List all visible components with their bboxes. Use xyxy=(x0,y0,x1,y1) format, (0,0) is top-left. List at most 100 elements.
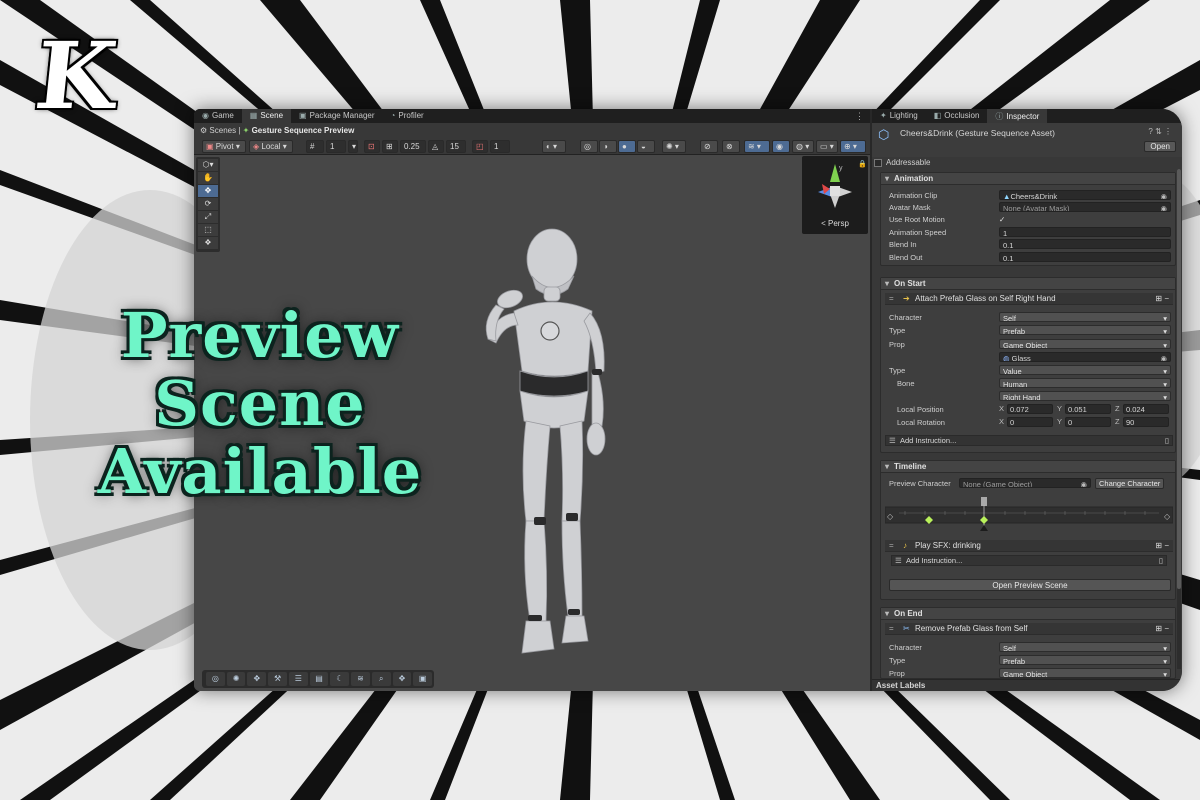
open-preview-scene-button[interactable]: Open Preview Scene xyxy=(889,579,1171,591)
angle-value-field[interactable]: 15 xyxy=(446,140,466,153)
grid-value-field[interactable]: 1 xyxy=(326,140,346,153)
compass-icon[interactable]: ◎ xyxy=(206,672,225,686)
prop-dropdown[interactable]: Game Object xyxy=(999,339,1171,349)
end-prop-dropdown[interactable]: Game Object xyxy=(999,668,1171,678)
move-handles-icon[interactable]: ✥ xyxy=(247,672,267,686)
addressable-toggle[interactable]: Addressable xyxy=(872,157,1182,169)
prop-row: Prop Game Object xyxy=(881,339,1177,350)
instruction-controls-icon[interactable]: ⊞ − xyxy=(1155,623,1169,635)
audio-toggle-icon[interactable]: ◒ xyxy=(637,140,655,153)
end-character-dropdown[interactable]: Self xyxy=(999,642,1171,652)
rect-snap-icon[interactable]: ⊞ xyxy=(382,140,398,153)
on-start-header[interactable]: ▾ On Start xyxy=(881,278,1175,290)
attach-type-dropdown[interactable]: Value xyxy=(999,365,1171,375)
move-snap-icon[interactable]: ⊡ xyxy=(364,140,380,153)
timeline-scrubber[interactable]: ◇ ◇ xyxy=(885,497,1173,531)
tab-occlusion[interactable]: ◧ Occlusion xyxy=(926,109,988,123)
drag-handle-icon[interactable]: = xyxy=(889,293,894,305)
settings-icon[interactable]: ✺ xyxy=(226,672,246,686)
bone-dropdown[interactable]: Human xyxy=(999,378,1171,388)
orientation-gizmo[interactable]: y 🔒 < Persp xyxy=(802,156,868,234)
transform-tool-icon[interactable]: ❖ xyxy=(198,237,218,249)
animation-clip-field[interactable]: ▲Cheers&Drink xyxy=(999,190,1171,200)
addressable-checkbox[interactable] xyxy=(874,159,882,167)
asset-labels-bar[interactable]: Asset Labels xyxy=(872,679,1182,691)
sliders-icon[interactable]: ☰ xyxy=(288,672,308,686)
move-tool-icon[interactable]: ✥ xyxy=(198,185,218,197)
instruction-controls-icon[interactable]: ⊞ − xyxy=(1155,293,1169,305)
type-dropdown[interactable]: Prefab xyxy=(999,325,1171,335)
animation-header[interactable]: ▾ Animation xyxy=(881,173,1175,185)
scale-value-field[interactable]: 1 xyxy=(490,140,510,153)
open-button[interactable]: Open xyxy=(1144,141,1176,152)
camera-dropdown[interactable]: ▭ ▾ xyxy=(816,140,838,153)
blend-in-field[interactable]: 0.1 xyxy=(999,239,1171,249)
pick-off-icon[interactable]: ⊗ xyxy=(722,140,740,153)
tab-game[interactable]: ◉ Game xyxy=(194,109,242,123)
grid-dropdown-icon[interactable]: ▾ xyxy=(348,140,358,153)
instruction-attach-prefab[interactable]: = ➔ Attach Prefab Glass on Self Right Ha… xyxy=(885,293,1173,305)
instruction-play-sfx[interactable]: = ♪ Play SFX: drinking ⊞ − xyxy=(885,540,1173,552)
lighting-toggle-icon[interactable]: ◑ xyxy=(599,140,617,153)
character-dropdown[interactable]: Self xyxy=(999,312,1171,322)
trash-icon[interactable]: ▯ xyxy=(1165,436,1169,446)
rotate-tool-icon[interactable]: ⟳ xyxy=(198,198,218,210)
more-menu-icon[interactable]: ⋮ xyxy=(855,111,864,122)
inspector-scrollbar[interactable] xyxy=(1177,169,1181,669)
timeline-header[interactable]: ▾ Timeline xyxy=(881,461,1175,473)
breadcrumb-root[interactable]: Scenes xyxy=(209,126,236,135)
snap-value-field[interactable]: 0.25 xyxy=(400,140,426,153)
effects-dropdown[interactable]: ✺ ▾ xyxy=(662,140,686,153)
local-dropdown[interactable]: ◈ Local ▾ xyxy=(249,140,293,153)
headline-line-2: Available xyxy=(97,435,423,508)
instruction-remove-prefab[interactable]: = ✂ Remove Prefab Glass from Self ⊞ − xyxy=(885,623,1173,635)
rotate-snap-icon[interactable]: ◬ xyxy=(428,140,444,153)
capture-icon[interactable]: ▣ xyxy=(413,672,433,686)
moon-icon[interactable]: ☾ xyxy=(330,672,350,686)
bones-icon[interactable]: ⚒ xyxy=(268,672,287,686)
pivot-dropdown[interactable]: ▣ Pivot ▾ xyxy=(202,140,246,153)
tab-package-manager[interactable]: ▣ Package Manager xyxy=(291,109,383,123)
end-type-dropdown[interactable]: Prefab xyxy=(999,655,1171,665)
hand-tool-icon[interactable]: ✋ xyxy=(198,172,218,184)
on-end-header[interactable]: ▾ On End xyxy=(881,608,1175,620)
timeline-add-instruction-button[interactable]: Add Instruction...▯ xyxy=(891,555,1167,566)
rect-tool-icon[interactable]: ⬚ xyxy=(198,224,218,236)
grid-overlay-icon[interactable]: ▤ xyxy=(309,672,329,686)
projection-label[interactable]: < Persp xyxy=(802,219,868,228)
scrollbar-thumb[interactable] xyxy=(1177,169,1181,589)
scale-tool-icon[interactable]: ⤢ xyxy=(198,211,218,223)
zoom-icon[interactable]: ⌕ xyxy=(371,672,391,686)
trash-icon[interactable]: ▯ xyxy=(1159,556,1163,566)
preview-character-field[interactable]: None (Game Object) xyxy=(959,478,1091,488)
view-tool-icon[interactable]: ⬡▾ xyxy=(198,159,218,171)
layers-dropdown[interactable]: ≋ ▾ xyxy=(744,140,770,153)
eye-icon[interactable]: ◉ xyxy=(772,140,790,153)
bone-side-dropdown[interactable]: Right Hand xyxy=(999,391,1171,401)
blend-out-field[interactable]: 0.1 xyxy=(999,252,1171,262)
layers-stack-icon[interactable]: ≋ xyxy=(351,672,370,686)
help-settings-icons[interactable]: ? ⇅ ⋮ xyxy=(1148,127,1172,136)
add-instruction-button[interactable]: Add Instruction...▯ xyxy=(885,435,1173,446)
drag-handle-icon[interactable]: = xyxy=(889,540,894,552)
visibility-off-icon[interactable]: ⊘ xyxy=(700,140,718,153)
animation-speed-field[interactable]: 1 xyxy=(999,227,1171,237)
avatar-mask-field[interactable]: None (Avatar Mask) xyxy=(999,202,1171,212)
pan-icon[interactable]: ✥ xyxy=(392,672,412,686)
tab-scene[interactable]: ▦ Scene xyxy=(241,109,292,123)
2d-toggle-icon[interactable]: ◎ xyxy=(580,140,598,153)
scale-snap-icon[interactable]: ◰ xyxy=(472,140,488,153)
grid-snap-icon[interactable]: # xyxy=(306,140,324,153)
tab-lighting[interactable]: ✦ Lighting xyxy=(872,109,926,123)
tab-profiler[interactable]: ◔ Profiler xyxy=(383,109,432,123)
draw-mode-dropdown[interactable]: ◐ ▾ xyxy=(542,140,566,153)
glass-object-field[interactable]: ◍ Glass xyxy=(999,352,1171,362)
tab-inspector[interactable]: ⓘ Inspector xyxy=(987,109,1048,123)
root-motion-checkbox[interactable]: ✓ xyxy=(999,214,1005,225)
instruction-controls-icon[interactable]: ⊞ − xyxy=(1155,540,1169,552)
gizmos-dropdown[interactable]: ◍ ▾ xyxy=(792,140,814,153)
shaded-sphere-icon[interactable]: ● xyxy=(618,140,636,153)
global-dropdown[interactable]: ⊕ ▾ xyxy=(840,140,866,153)
change-character-button[interactable]: Change Character xyxy=(1095,478,1165,489)
drag-handle-icon[interactable]: = xyxy=(889,623,894,635)
